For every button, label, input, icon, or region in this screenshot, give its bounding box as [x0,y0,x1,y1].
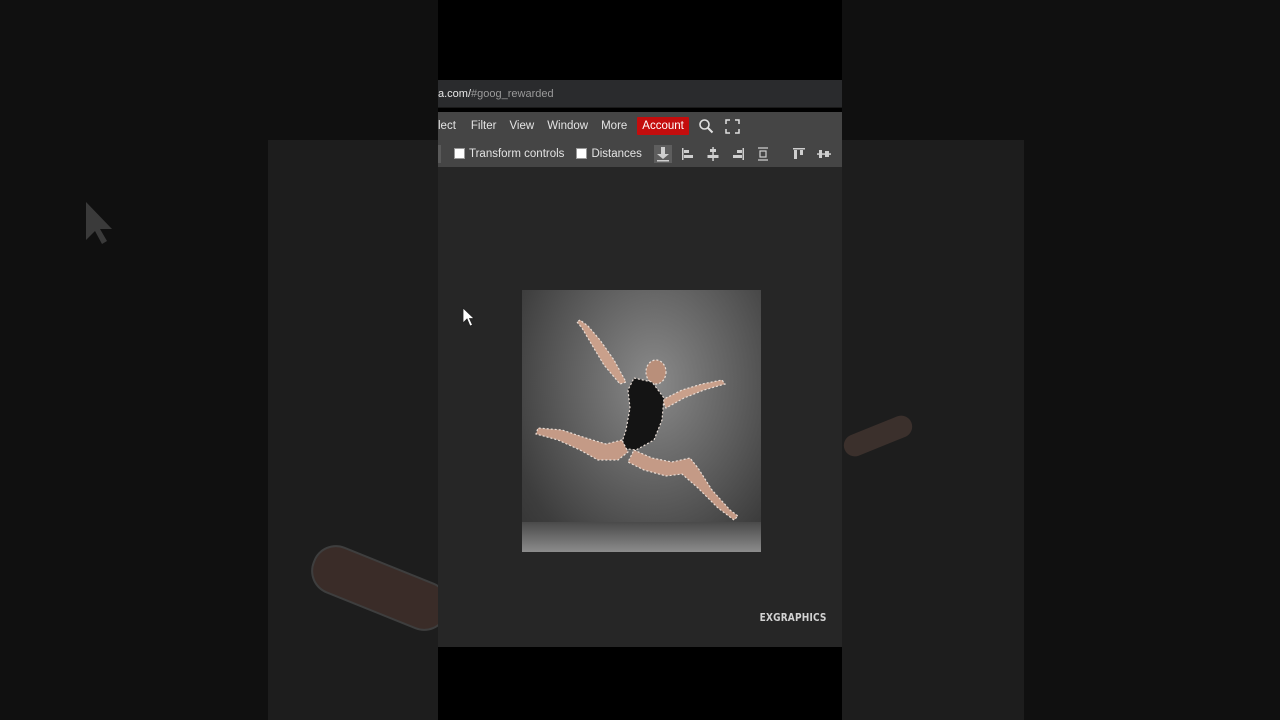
fullscreen-icon[interactable] [724,117,742,135]
url-hash: #goog_rewarded [471,87,554,100]
video-frame: a.com/#goog_rewarded lect Filter View Wi… [438,0,842,720]
tool-options-bar: Transform controls Distances [438,140,842,167]
dancer-figure [535,319,739,521]
mouse-pointer-icon [462,307,475,327]
editor-canvas[interactable]: EXGRAPHICS [438,167,842,647]
backdrop-cursor-icon [86,202,112,244]
transform-controls-label: Transform controls [469,147,565,160]
align-top-icon[interactable] [790,145,808,163]
search-icon[interactable] [697,117,715,135]
menu-select[interactable]: lect [438,120,471,132]
distances-checkbox[interactable] [576,148,588,159]
align-right-icon[interactable] [729,145,747,163]
transform-controls-option[interactable]: Transform controls [454,148,564,160]
align-middle-icon[interactable] [815,145,833,163]
url-host: a.com/ [438,87,472,100]
transform-controls-checkbox[interactable] [454,148,465,159]
menu-more[interactable]: More [601,120,633,132]
menu-filter[interactable]: Filter [471,120,510,132]
align-left-icon[interactable] [679,145,697,163]
distances-option[interactable]: Distances [576,148,642,160]
editor-header: lect Filter View Window More Account Tra… [438,112,842,167]
address-bar[interactable]: a.com/#goog_rewarded [438,80,842,108]
menu-view[interactable]: View [509,120,547,132]
account-button[interactable]: Account [637,117,689,135]
distribute-icon[interactable] [754,145,772,163]
menu-bar: lect Filter View Window More Account [438,112,842,140]
distances-label: Distances [591,147,642,160]
toolbar-divider [438,144,441,163]
menu-window[interactable]: Window [547,120,601,132]
align-center-icon[interactable] [704,145,722,163]
dancer-photo-layer[interactable] [522,290,761,552]
watermark-text: EXGRAPHICS [760,611,827,624]
download-icon[interactable] [653,144,672,163]
